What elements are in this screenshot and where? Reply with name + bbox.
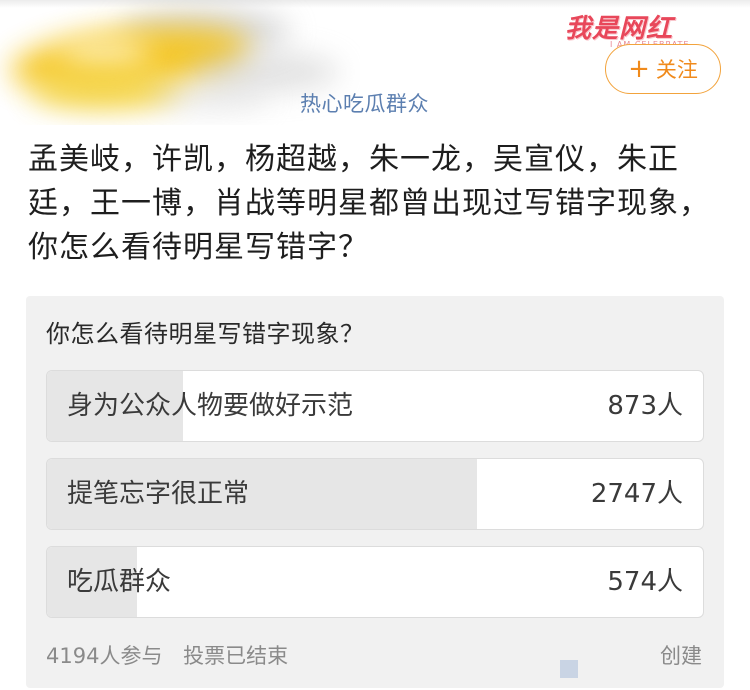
- follow-button[interactable]: + 关注: [605, 44, 721, 94]
- poll-card: 你怎么看待明星写错字现象？ 身为公众人物要做好示范 873人 提笔忘字很正常 2…: [26, 296, 724, 688]
- poll-question: 你怎么看待明星写错字现象？: [46, 320, 365, 348]
- follow-label: 关注: [655, 58, 698, 82]
- poll-option[interactable]: 吃瓜群众 574人: [46, 546, 704, 618]
- author-name[interactable]: 热心吃瓜群众: [300, 88, 429, 118]
- plus-icon: +: [628, 54, 650, 84]
- poll-option-count: 574人: [607, 567, 683, 597]
- poll-option-count: 2747人: [590, 479, 683, 509]
- stray-pixel: [560, 660, 578, 678]
- post-body: 孟美岐，许凯，杨超越，朱一龙，吴宣仪，朱正廷，王一博，肖战等明星都曾出现过写错字…: [28, 142, 710, 265]
- poll-option-label: 吃瓜群众: [67, 567, 172, 597]
- poll-option-count: 873人: [607, 391, 683, 421]
- poll-participants: 4194人参与: [46, 644, 163, 668]
- poll-option[interactable]: 提笔忘字很正常 2747人: [46, 458, 704, 530]
- poll-option-label: 身为公众人物要做好示范: [67, 391, 354, 421]
- poll-status: 投票已结束: [183, 644, 289, 668]
- poll-option[interactable]: 身为公众人物要做好示范 873人: [46, 370, 704, 442]
- poll-footer: 4194人参与 投票已结束: [46, 640, 288, 670]
- poll-option-label: 提笔忘字很正常: [67, 479, 250, 509]
- poll-creator-link[interactable]: 创建: [660, 640, 702, 670]
